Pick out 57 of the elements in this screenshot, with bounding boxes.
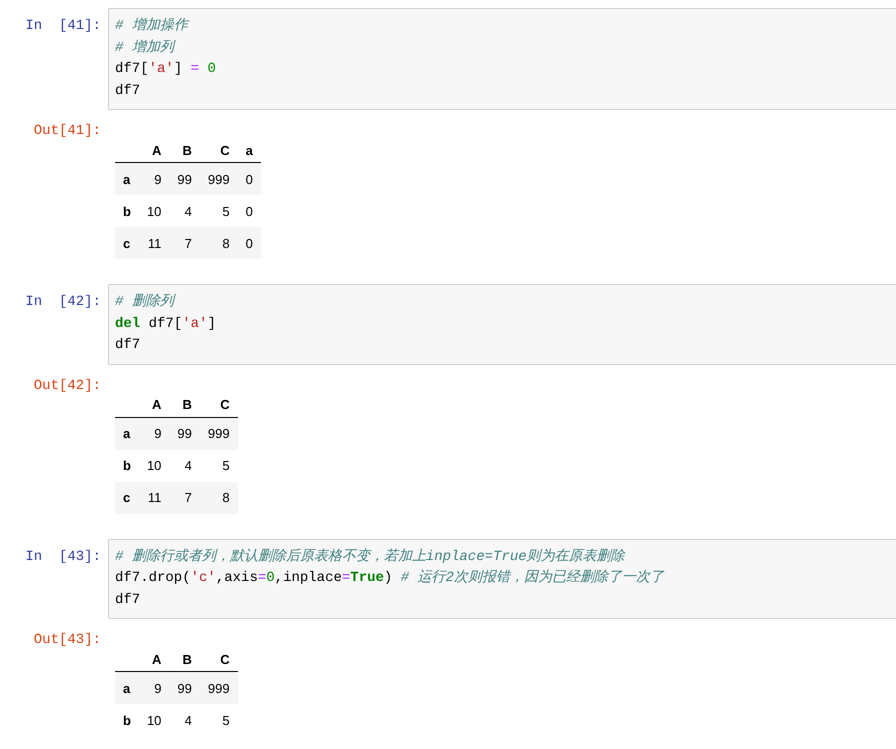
- row-index: b: [115, 450, 139, 482]
- table-cell: 0: [238, 195, 261, 227]
- table-cell: 10: [138, 704, 170, 736]
- table-cell: 5: [200, 704, 238, 736]
- row-index: a: [115, 162, 139, 195]
- table-cell: 8: [200, 482, 238, 514]
- code-line: df7: [115, 590, 142, 610]
- output-prompt: Out[41]:: [34, 122, 101, 141]
- table-cell: 4: [169, 450, 200, 482]
- code-line: df7: [115, 82, 142, 100]
- table-cell: 9: [138, 162, 170, 195]
- row-index: b: [115, 704, 139, 736]
- code-line: # 增加列: [115, 38, 177, 58]
- table-cell: 10: [138, 195, 170, 227]
- table-cell: 9: [138, 417, 170, 450]
- table-cell: 7: [169, 227, 200, 259]
- table-cell: 4: [169, 195, 200, 227]
- column-header: A: [138, 392, 170, 417]
- column-header: C: [200, 392, 238, 417]
- table-cell: 10: [138, 450, 170, 482]
- row-index: b: [115, 195, 139, 227]
- table-cell: 999: [200, 162, 238, 195]
- code-line: df7['a'] = 0: [115, 60, 217, 79]
- table-cell: 7: [169, 482, 200, 514]
- table-cell: 0: [238, 162, 261, 195]
- table-cell: 99: [169, 672, 200, 704]
- code-line: # 增加操作: [115, 16, 190, 36]
- table-cell: 5: [200, 195, 238, 227]
- table-cell: 999: [200, 417, 238, 450]
- row-index: c: [115, 482, 139, 514]
- input-prompt: In [42]:: [25, 293, 101, 312]
- code-line: df7.drop('c',axis=0,inplace=True) # 运行2次则报错，因为已经删除了一次了: [115, 568, 666, 588]
- code-line: del df7['a']: [115, 314, 217, 334]
- column-header: B: [169, 392, 200, 417]
- output-prompt: Out[42]:: [34, 376, 101, 396]
- code-input-field[interactable]: # 删除行或者列，默认删除后原表格不变，若加上inplace=True则为在原表删除 df7.drop('c',axis=0,inplace=True) # 运行2次则报错，因为已经删除了一次了 df7: [108, 538, 896, 619]
- table-cell: 999: [200, 672, 238, 704]
- input-prompt: In [43]:: [25, 548, 101, 566]
- table-cell: 11: [138, 482, 170, 514]
- table-cell: 9: [138, 672, 170, 704]
- input-prompt: In [41]:: [25, 17, 101, 36]
- table-cell: 4: [169, 704, 200, 736]
- table-cell: 99: [169, 162, 200, 195]
- table-cell: 8: [200, 227, 238, 259]
- code-input-field[interactable]: # 增加操作 # 增加列 df7['a'] = 0 df7: [108, 8, 896, 110]
- row-index: c: [115, 227, 139, 259]
- table-cell: 5: [200, 450, 238, 482]
- code-line: # 删除行或者列，默认删除后原表格不变，若加上inplace=True则为在原表删除: [115, 547, 626, 566]
- code-line: # 删除列: [115, 292, 177, 312]
- row-index: a: [115, 672, 139, 704]
- table-cell: 0: [238, 227, 261, 259]
- code-input-field[interactable]: # 删除列 del df7['a'] df7: [108, 284, 896, 364]
- output-prompt: Out[43]:: [34, 631, 101, 650]
- table-cell: 99: [169, 417, 200, 450]
- table-cell: 11: [138, 227, 170, 259]
- code-line: df7: [115, 336, 142, 355]
- row-index: a: [115, 417, 139, 450]
